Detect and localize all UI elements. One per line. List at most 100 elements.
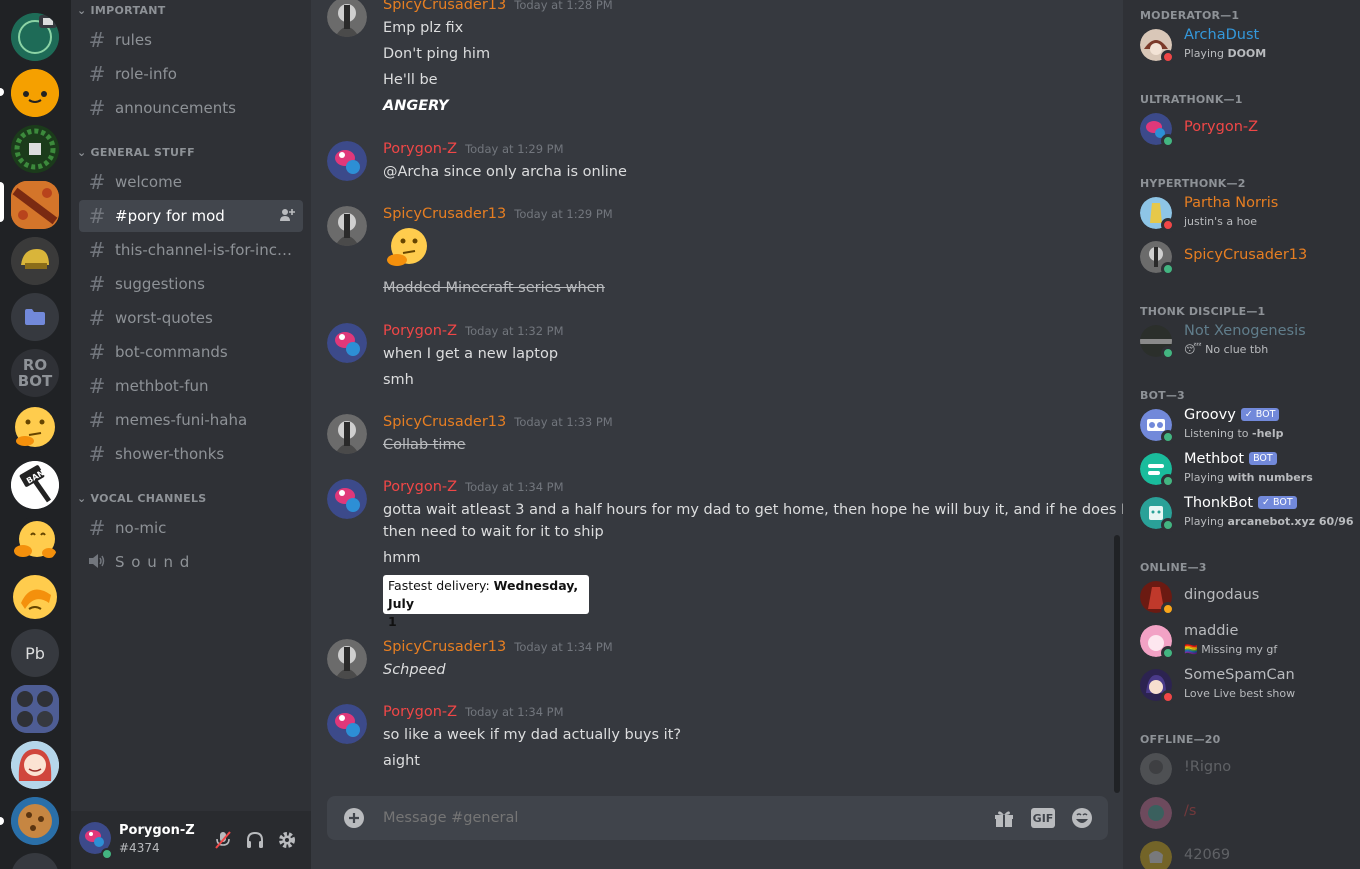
status-dnd-indicator — [1161, 50, 1175, 64]
channel-bot-commands[interactable]: # bot-commands — [79, 336, 303, 368]
slash-s-avatar-icon — [1140, 797, 1172, 829]
server-ban[interactable]: BAN — [11, 461, 59, 509]
headphones-icon[interactable] — [245, 830, 265, 854]
hash-icon: # — [88, 408, 106, 432]
server-folder[interactable] — [11, 293, 59, 341]
member-groovy[interactable]: Groovy ✓ BOT Listening to -help — [1140, 403, 1355, 447]
member-maddie[interactable]: maddie 🏳️‍🌈 Missing my gf — [1140, 619, 1355, 663]
member-name: maddie — [1184, 623, 1239, 639]
emoji-picker-icon[interactable] — [1071, 807, 1093, 833]
channel-this-channel-is-for-incre[interactable]: # this-channel-is-for-incre... — [79, 234, 303, 266]
message-author[interactable]: SpicyCrusader13 — [383, 0, 506, 13]
avatar[interactable] — [327, 0, 367, 37]
member-rigno[interactable]: !Rigno — [1140, 747, 1355, 791]
channel-suggestions[interactable]: # suggestions — [79, 268, 303, 300]
member-porygon-z[interactable]: Porygon-Z — [1140, 107, 1355, 151]
status-dnd-indicator — [1161, 218, 1175, 232]
avatar[interactable] — [327, 479, 367, 519]
mute-mic-icon[interactable] — [213, 830, 233, 854]
channel-methbot-fun[interactable]: # methbot-fun — [79, 370, 303, 402]
member-dingodaus[interactable]: dingodaus — [1140, 575, 1355, 619]
server-pixel[interactable] — [11, 125, 59, 173]
avatar[interactable] — [327, 639, 367, 679]
server-folder-open[interactable] — [11, 685, 59, 733]
member-somespamcan[interactable]: SomeSpamCan Love Live best show — [1140, 663, 1355, 707]
channel-shower-thonks[interactable]: # shower-thonks — [79, 438, 303, 470]
avatar[interactable] — [327, 141, 367, 181]
category-important[interactable]: ⌄ IMPORTANT — [77, 4, 166, 17]
member-name: Partha Norris — [1184, 195, 1279, 211]
bot-badge: BOT — [1249, 452, 1277, 465]
channel-role-info[interactable]: # role-info — [79, 58, 303, 90]
message-author[interactable]: Porygon-Z — [383, 704, 457, 720]
message-author[interactable]: Porygon-Z — [383, 141, 457, 157]
gif-icon[interactable]: GIF — [1031, 808, 1055, 828]
message-author[interactable]: SpicyCrusader13 — [383, 206, 506, 222]
channel-rules[interactable]: # rules — [79, 24, 303, 56]
embedded-image[interactable]: Fastest delivery: Wednesday, July 1 — [383, 575, 589, 629]
member-name: 42069 — [1184, 847, 1231, 863]
message-author[interactable]: Porygon-Z — [383, 479, 457, 495]
avatar[interactable] — [327, 414, 367, 454]
hash-icon: # — [88, 238, 106, 262]
channel-label: worst-quotes — [115, 309, 213, 327]
status-online-indicator — [1161, 262, 1175, 276]
server-cookie[interactable] — [11, 797, 59, 845]
gear-icon[interactable] — [277, 830, 297, 854]
invite-member-icon[interactable] — [279, 207, 295, 227]
server-girl[interactable] — [11, 741, 59, 789]
channel-welcome[interactable]: # welcome — [79, 166, 303, 198]
channel-worst-quotes[interactable]: # worst-quotes — [79, 302, 303, 334]
gift-icon[interactable] — [993, 808, 1015, 832]
member-spicycrusader13[interactable]: SpicyCrusader13 — [1140, 235, 1355, 279]
server-orange-face[interactable] — [11, 69, 59, 117]
thinking-emoji-icon — [383, 226, 431, 274]
channel-label: rules — [115, 31, 152, 49]
voice-channel-sound[interactable]: S o u n d — [79, 546, 303, 578]
server-helmet[interactable] — [11, 237, 59, 285]
server-robot[interactable]: RO BOT — [11, 349, 59, 397]
message-input[interactable] — [383, 806, 963, 830]
server-partial[interactable] — [11, 853, 59, 869]
message-author[interactable]: SpicyCrusader13 — [383, 639, 506, 655]
antimatter-icon — [11, 13, 59, 61]
server-hug[interactable] — [11, 517, 59, 565]
avatar[interactable] — [327, 323, 367, 363]
category-vocal[interactable]: ⌄ VOCAL CHANNELS — [77, 492, 206, 505]
status-online-indicator — [1161, 474, 1175, 488]
member-name: Groovy ✓ BOT — [1184, 407, 1280, 423]
hash-icon: # — [88, 170, 106, 194]
category-label: VOCAL CHANNELS — [90, 492, 207, 505]
channel-label: S o u n d — [115, 553, 191, 571]
member-not-xenogenesis[interactable]: Not Xenogenesis 😴 No clue tbh — [1140, 319, 1355, 363]
chat-scrollbar[interactable] — [1114, 535, 1120, 793]
server-pb[interactable]: Pb — [11, 629, 59, 677]
avatar[interactable] — [327, 206, 367, 246]
message-author[interactable]: Porygon-Z — [383, 323, 457, 339]
add-attachment-icon[interactable] — [344, 808, 364, 832]
member-slash-s[interactable]: /s — [1140, 791, 1355, 835]
channel-no-mic[interactable]: # no-mic — [79, 512, 303, 544]
category-general[interactable]: ⌄ GENERAL STUFF — [77, 146, 195, 159]
member-name: Not Xenogenesis — [1184, 323, 1306, 339]
member-archadust[interactable]: ArchaDust Playing DOOM — [1140, 23, 1355, 67]
member-42069[interactable]: 42069 — [1140, 835, 1355, 869]
channel-pory-for-mod[interactable]: # #pory for mod — [79, 200, 303, 232]
member-name: SomeSpamCan — [1184, 667, 1295, 683]
member-thonkbot[interactable]: ThonkBot ✓ BOT Playing arcanebot.xyz 60/9… — [1140, 491, 1355, 535]
server-pizza[interactable] — [11, 181, 59, 229]
message-author[interactable]: SpicyCrusader13 — [383, 414, 506, 430]
message-text: Don't ping him — [383, 46, 491, 62]
status-online-indicator — [1161, 430, 1175, 444]
channel-memes-funi-haha[interactable]: # memes-funi-haha — [79, 404, 303, 436]
server-thinking[interactable] — [11, 405, 59, 453]
speaker-icon — [87, 550, 107, 574]
server-antimatter-dimensions[interactable] — [11, 13, 59, 61]
member-methbot[interactable]: Methbot BOT Playing with numbers — [1140, 447, 1355, 491]
status-online-indicator — [1161, 134, 1175, 148]
avatar[interactable] — [327, 704, 367, 744]
member-partha-norris[interactable]: Partha Norris justin's a hoe — [1140, 191, 1355, 235]
channel-announcements[interactable]: # announcements — [79, 92, 303, 124]
server-facepalm[interactable] — [11, 573, 59, 621]
message-timestamp: Today at 1:29 PM — [514, 207, 613, 221]
